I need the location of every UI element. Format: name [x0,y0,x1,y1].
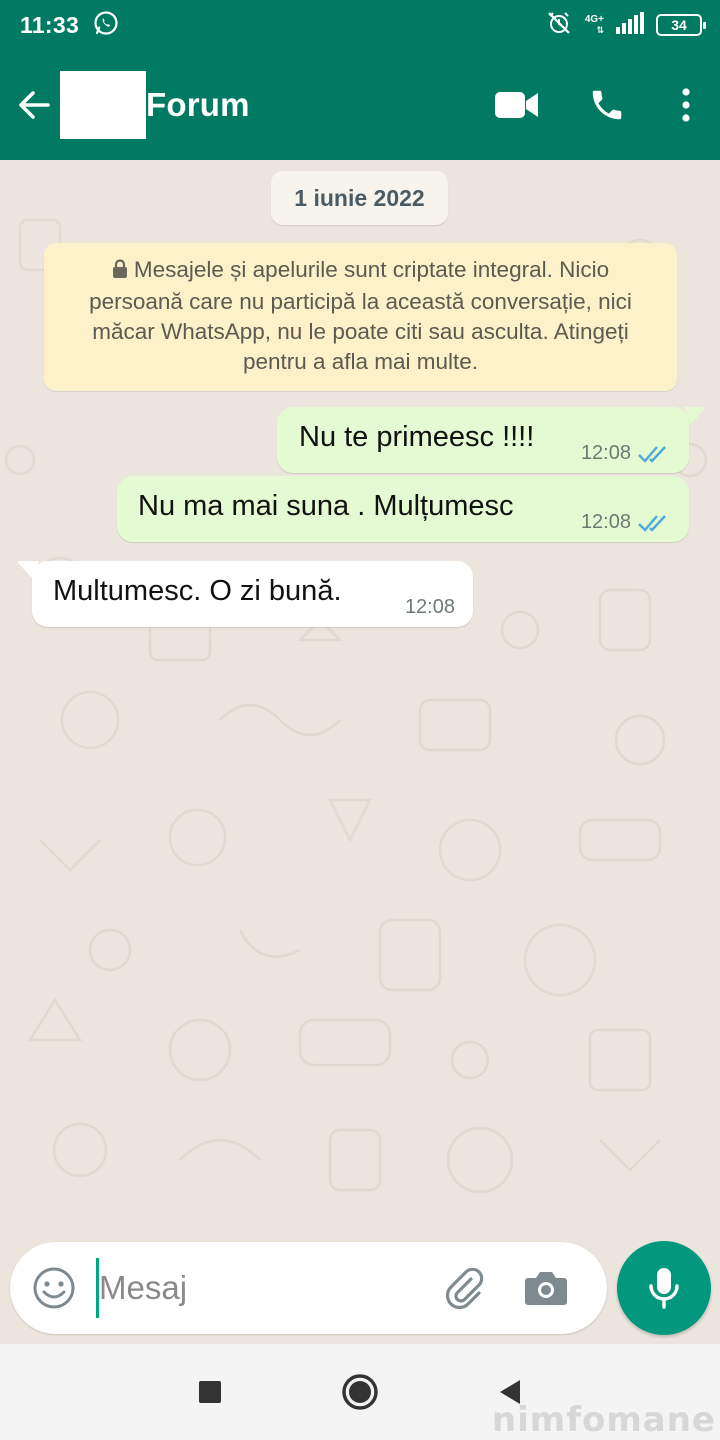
message-text: Multumesc. O zi bună. [53,575,342,607]
message-composer [10,1242,607,1334]
emoji-button[interactable] [30,1264,78,1312]
message-input[interactable] [96,1258,426,1318]
avatar[interactable] [60,71,146,139]
status-left: 11:33 [20,10,119,41]
emoji-icon [33,1267,75,1309]
status-time: 11:33 [20,11,80,38]
recents-icon [199,1381,221,1403]
status-bar: 11:33 4G+ ⇅ 34 [0,0,720,50]
message-bubble-incoming[interactable]: Multumesc. O zi bună. 12:08 [32,561,473,627]
chat-header: Forum [0,50,720,160]
data-arrows-icon: ⇅ [596,25,604,35]
voice-message-button[interactable] [617,1241,711,1335]
status-right: 4G+ ⇅ 34 [545,9,706,42]
message-meta: 12:08 [581,511,671,534]
whatsapp-icon [93,10,119,41]
alarm-off-icon [545,9,573,42]
battery-icon: 34 [656,14,706,36]
read-ticks-icon [638,514,666,532]
message-bubble-outgoing[interactable]: Nu te primeesc !!!! 12:08 [277,407,689,473]
back-button[interactable] [4,50,64,160]
message-text: Nu ma mai suna . Mulțumesc [138,490,514,522]
more-options-button[interactable] [652,50,720,160]
header-actions [472,50,720,160]
message-text: Nu te primeesc !!!! [299,421,535,453]
message-bubble-outgoing[interactable]: Nu ma mai suna . Mulțumesc 12:08 [117,476,689,542]
encryption-notice[interactable]: Mesajele și apelurile sunt criptate inte… [44,243,677,391]
chat-title[interactable]: Forum [146,86,250,124]
home-icon [342,1374,378,1410]
message-time: 12:08 [580,442,631,464]
lock-icon [112,257,128,287]
attach-button[interactable] [436,1260,492,1316]
recents-button[interactable] [135,1344,285,1440]
video-call-icon [495,92,538,118]
encryption-notice-text: Mesajele și apelurile sunt criptate inte… [89,257,632,374]
message-time: 12:08 [404,596,455,618]
chat-area[interactable]: 1 iunie 2022 Mesajele și apelurile sunt … [0,160,720,1344]
back-arrow-icon [19,91,50,119]
attach-icon [445,1267,484,1310]
watermark: nimfomane [491,1400,716,1440]
message-meta: 12:08 [405,596,455,619]
video-call-button[interactable] [472,50,562,160]
more-vert-icon [682,88,690,122]
message-time: 12:08 [580,511,631,533]
camera-button[interactable] [518,1260,574,1316]
voice-call-button[interactable] [562,50,652,160]
camera-icon [525,1272,567,1305]
read-ticks-icon [638,445,666,463]
network-type: 4G+ [584,14,604,25]
phone-icon [592,90,622,120]
date-chip: 1 iunie 2022 [271,171,448,225]
signal-icon [616,11,644,39]
system-nav-bar: nimfomane [0,1344,720,1440]
network-indicator: 4G+ ⇅ [585,14,604,36]
message-meta: 12:08 [581,442,671,465]
mic-icon [649,1268,679,1309]
home-button[interactable] [285,1344,435,1440]
